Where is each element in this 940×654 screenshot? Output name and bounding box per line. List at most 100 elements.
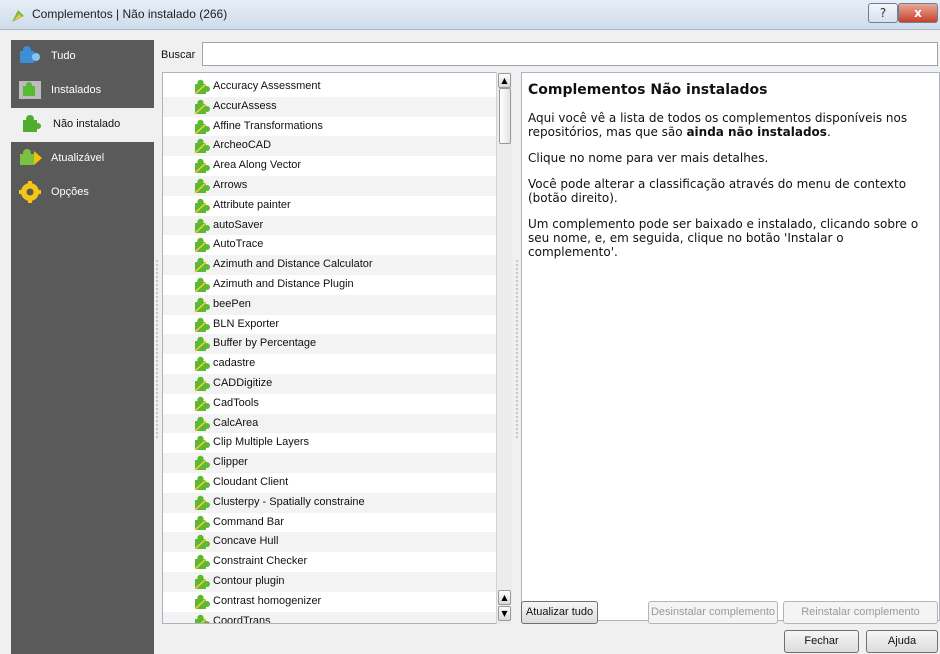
list-item[interactable]: Contour plugin	[163, 572, 497, 592]
list-item[interactable]: Buffer by Percentage	[163, 334, 497, 355]
list-item[interactable]: Clipper	[163, 453, 497, 473]
puzzle-green-icon	[194, 257, 210, 273]
puzzle-green-icon	[194, 297, 210, 313]
list-item[interactable]: CadTools	[163, 394, 497, 414]
list-item[interactable]: Attribute painter	[163, 196, 497, 216]
puzzle-green-icon	[194, 198, 210, 214]
puzzle-green-icon	[194, 515, 210, 531]
list-item[interactable]: Command Bar	[163, 513, 497, 533]
puzzle-green-icon	[194, 277, 210, 293]
list-item[interactable]: Constraint Checker	[163, 552, 497, 572]
sidebar-item-atualizavel[interactable]: Atualizável	[11, 142, 154, 176]
plugin-name: Azimuth and Distance Calculator	[213, 258, 373, 271]
gear-icon	[19, 181, 41, 203]
description-paragraph: Você pode alterar a classificação atravé…	[528, 177, 907, 205]
list-item[interactable]: Clip Multiple Layers	[163, 433, 497, 453]
list-item[interactable]: Arrows	[163, 176, 497, 196]
help-button[interactable]: Ajuda	[866, 630, 938, 653]
refresh-all-button[interactable]: Atualizar tudo	[521, 601, 598, 624]
description-panel: Complementos Não instalados Aqui você vê…	[521, 72, 940, 621]
scroll-thumb[interactable]	[499, 88, 511, 144]
list-item[interactable]: Azimuth and Distance Plugin	[163, 275, 497, 295]
list-item[interactable]: Azimuth and Distance Calculator	[163, 255, 497, 275]
uninstall-plugin-button[interactable]: Desinstalar complemento	[648, 601, 778, 624]
sidebar-item-label: Tudo	[51, 50, 76, 62]
puzzle-green-icon	[23, 115, 41, 132]
search-label: Buscar	[161, 49, 196, 61]
puzzle-green-icon	[194, 574, 210, 590]
sidebar-item-label: Não instalado	[53, 118, 121, 130]
list-item[interactable]: AutoTrace	[163, 235, 497, 255]
puzzle-installed-icon	[19, 81, 41, 99]
close-window-button[interactable]: x	[898, 3, 938, 23]
plugin-name: Command Bar	[213, 515, 284, 528]
puzzle-green-icon	[194, 376, 210, 392]
puzzle-green-icon	[194, 238, 210, 253]
plugin-name: Contour plugin	[213, 575, 285, 587]
plugin-name: Concave Hull	[213, 535, 279, 548]
plugin-name: CoordTrans	[213, 614, 271, 624]
list-item[interactable]: cadastre	[163, 354, 497, 374]
list-item[interactable]: ArcheoCAD	[163, 136, 497, 157]
plugin-list-scrollbar[interactable]: ▲ ▲ ▼	[496, 72, 512, 624]
plugin-name: BLN Exporter	[213, 317, 280, 330]
puzzle-green-icon	[194, 535, 210, 550]
scroll-down-button[interactable]: ▼	[498, 606, 511, 621]
sidebar-item-nao-instalado[interactable]: Não instalado	[11, 108, 154, 142]
list-item[interactable]: autoSaver	[163, 215, 497, 236]
puzzle-green-icon	[194, 455, 210, 471]
list-item[interactable]: Cloudant Client	[163, 473, 497, 493]
sidebar-item-opcoes[interactable]: Opções	[11, 176, 154, 210]
puzzle-green-icon	[194, 356, 210, 372]
puzzle-green-icon	[194, 158, 210, 174]
list-item[interactable]: Contrast homogenizer	[163, 592, 497, 612]
puzzle-green-icon	[194, 178, 210, 194]
puzzle-green-icon	[194, 99, 210, 115]
title-bar: Complementos | Não instalado (266) ? x	[0, 0, 940, 30]
plugin-name: cadastre	[213, 357, 256, 370]
list-item[interactable]: BLN Exporter	[163, 315, 497, 335]
list-item[interactable]: beePen	[163, 294, 497, 315]
scroll-up-button[interactable]: ▲	[498, 590, 511, 605]
plugin-name: Attribute painter	[213, 198, 291, 211]
puzzle-green-icon	[194, 119, 210, 135]
list-item[interactable]: AccurAssess	[163, 96, 497, 117]
sidebar-item-tudo[interactable]: Tudo	[11, 40, 154, 74]
plugin-list[interactable]: Accuracy Assessment AccurAssess Affine Tra…	[162, 72, 512, 624]
plugin-name: autoSaver	[213, 218, 264, 231]
puzzle-green-icon	[194, 79, 210, 95]
panel-splitter[interactable]	[516, 260, 518, 440]
list-item[interactable]: Affine Transformations	[163, 117, 497, 137]
plugin-name: ArcheoCAD	[213, 139, 272, 152]
sidebar: Tudo Instalados Não instalado Atualizáve…	[11, 40, 154, 654]
puzzle-green-icon	[194, 495, 210, 511]
plugin-name: CadTools	[213, 396, 259, 409]
puzzle-upgrade-icon	[20, 149, 42, 165]
list-item[interactable]: CoordTrans	[163, 611, 497, 624]
description-paragraph: Aqui você vê a lista de todos os complem…	[528, 111, 908, 139]
plugin-name: Area Along Vector	[213, 159, 302, 172]
reinstall-plugin-button[interactable]: Reinstalar complemento	[783, 601, 938, 624]
plugin-name: Affine Transformations	[213, 119, 323, 132]
puzzle-green-icon	[194, 337, 210, 352]
list-item[interactable]: Accuracy Assessment	[163, 77, 497, 97]
plugin-name: Contrast homogenizer	[213, 594, 322, 607]
list-item[interactable]: CalcArea	[163, 413, 497, 434]
search-input[interactable]	[202, 42, 938, 66]
sidebar-item-label: Opções	[51, 186, 89, 198]
puzzle-green-icon	[194, 396, 210, 412]
help-window-button[interactable]: ?	[868, 3, 898, 23]
plugin-name: Cloudant Client	[213, 476, 289, 488]
list-item[interactable]: CADDigitize	[163, 374, 497, 394]
scroll-up-button[interactable]: ▲	[498, 73, 511, 88]
list-item[interactable]: Area Along Vector	[163, 156, 497, 176]
puzzle-green-icon	[194, 436, 210, 451]
close-button[interactable]: Fechar	[784, 630, 859, 653]
list-item[interactable]: Clusterpy - Spatially constraine	[163, 492, 497, 513]
puzzle-green-icon	[194, 317, 210, 333]
qgis-app-icon	[12, 10, 24, 22]
puzzle-green-icon	[194, 218, 210, 234]
sidebar-splitter[interactable]	[156, 260, 158, 440]
list-item[interactable]: Concave Hull	[163, 532, 497, 553]
sidebar-item-instalados[interactable]: Instalados	[11, 74, 154, 108]
